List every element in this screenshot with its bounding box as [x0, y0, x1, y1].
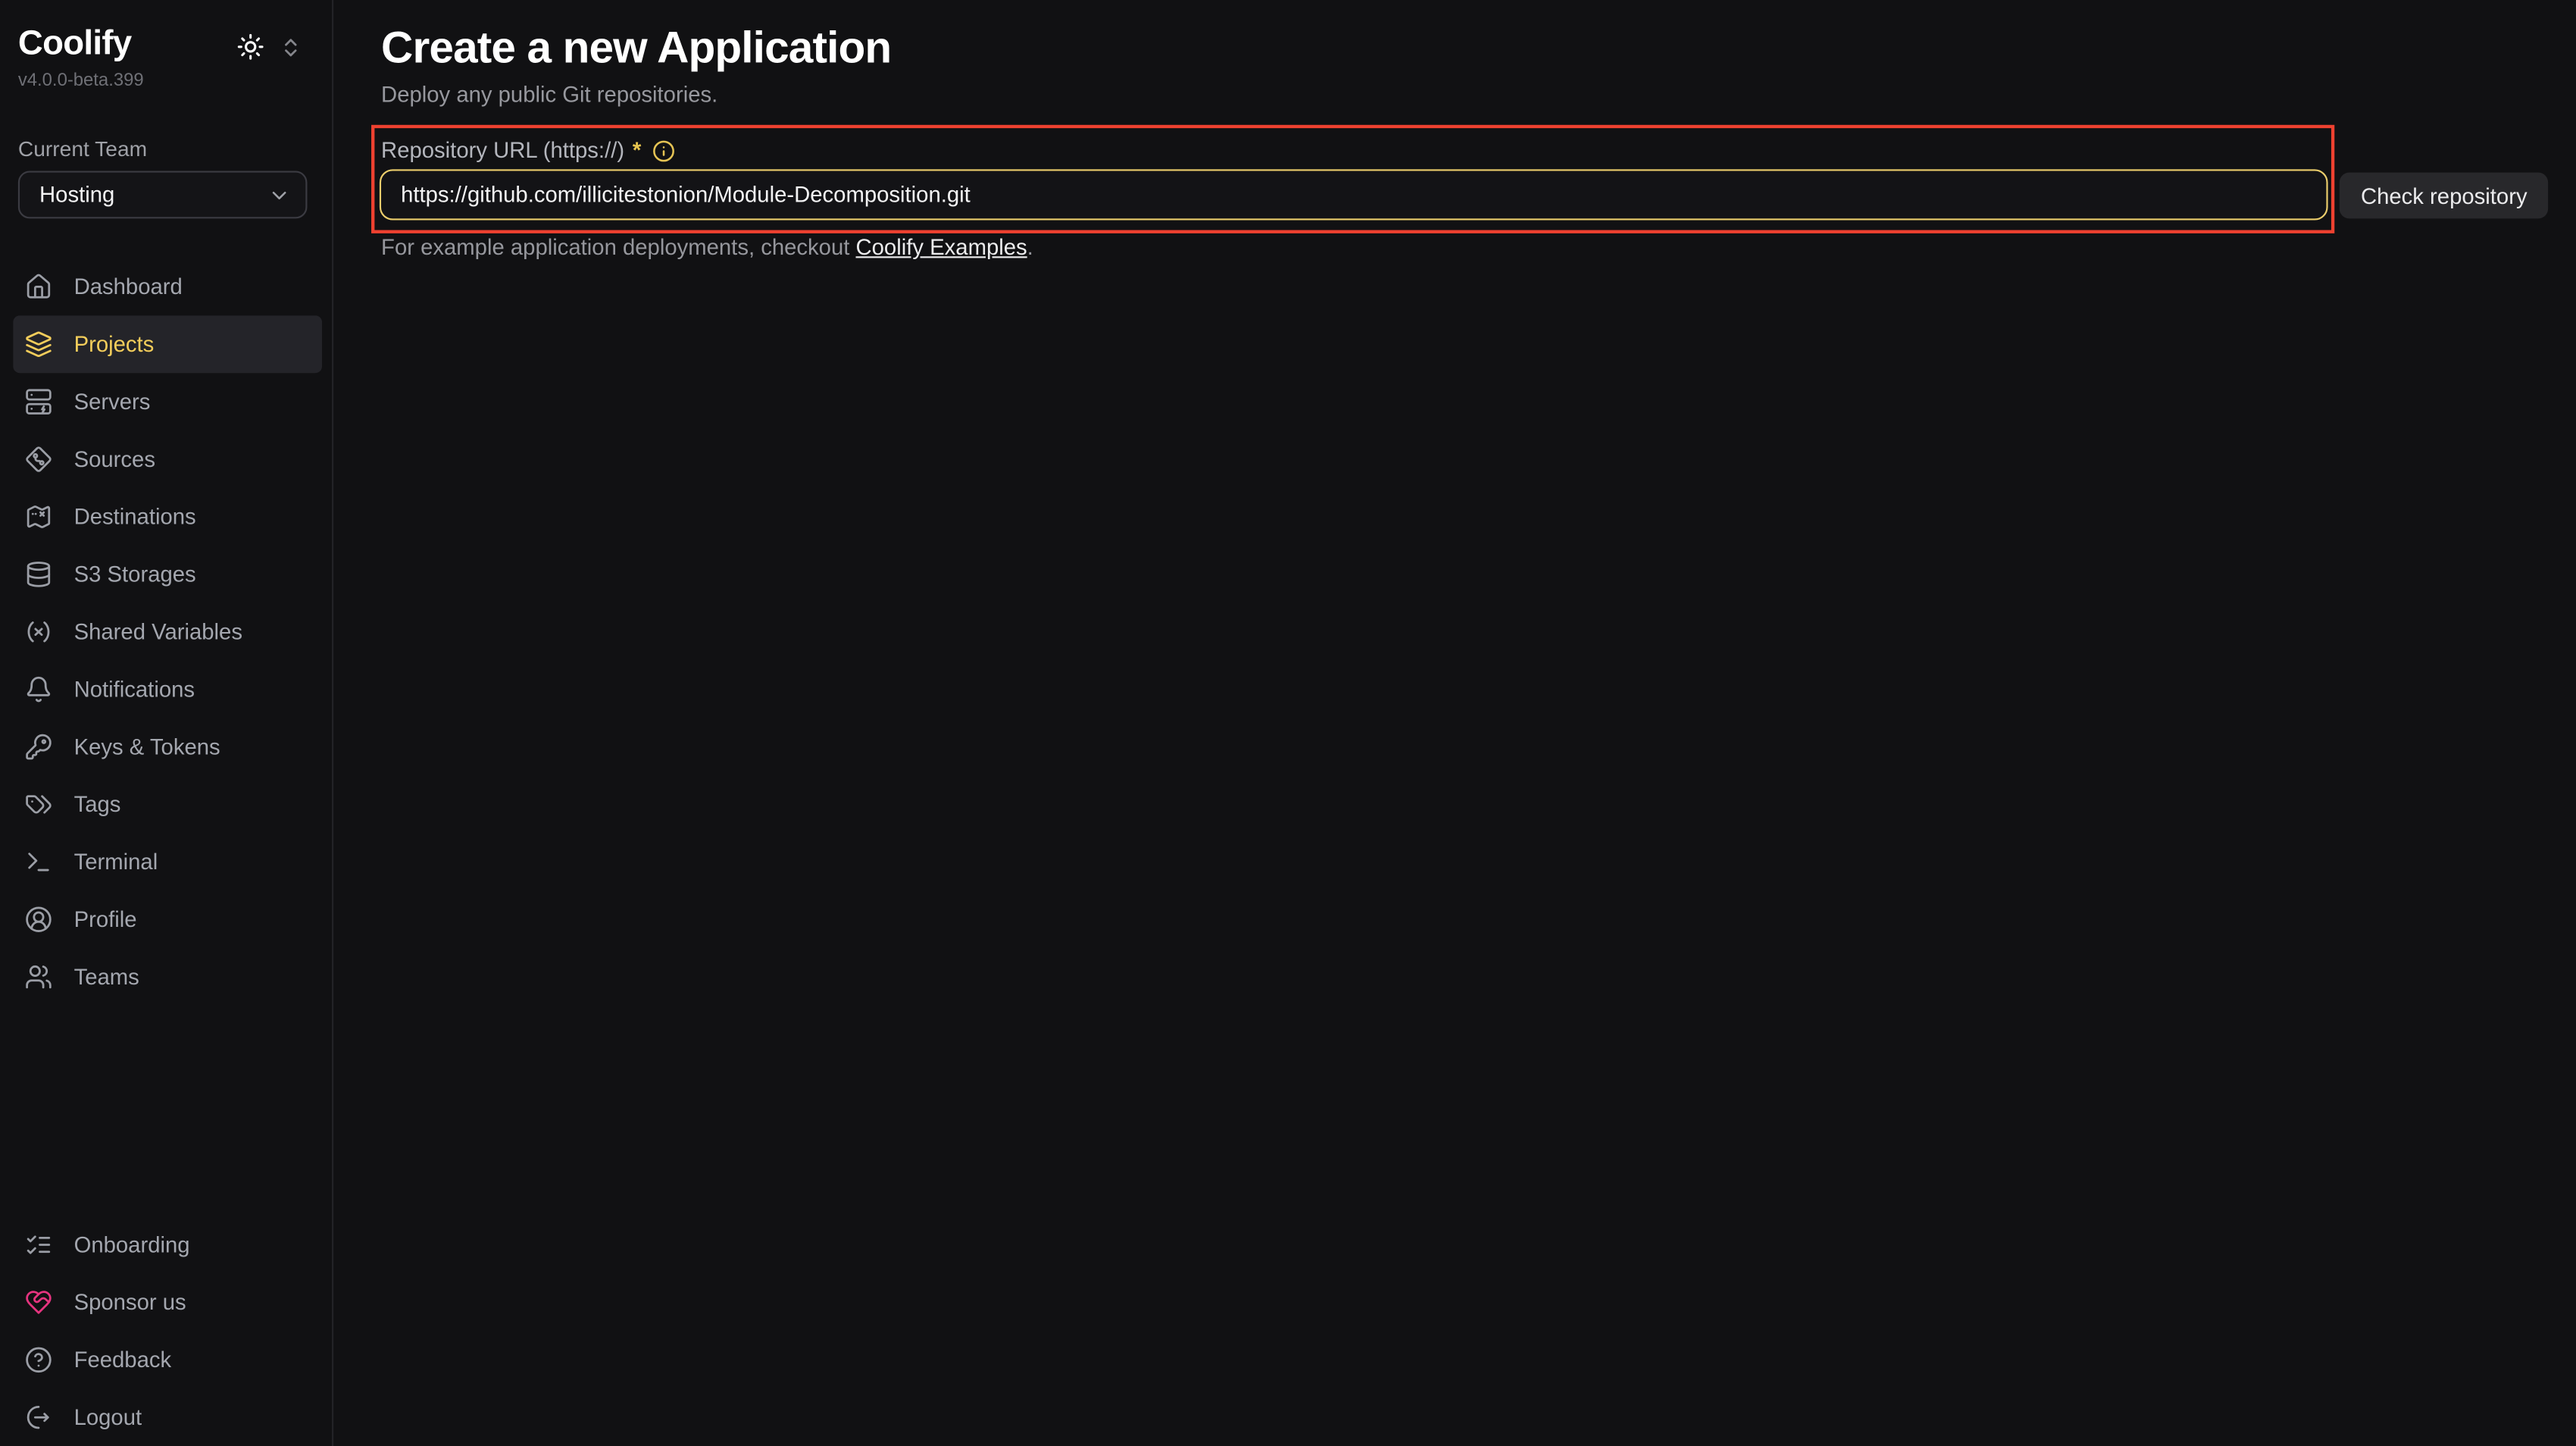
app-logo: Coolify [18, 25, 144, 64]
annotation-highlight-box: Repository URL (https://) * [371, 125, 2334, 233]
sidebar-item-onboarding[interactable]: Onboarding [13, 1216, 322, 1274]
page-title: Create a new Application [381, 23, 891, 74]
sidebar-nav: Dashboard Projects Servers Sources Desti… [13, 258, 322, 1006]
terminal-icon [25, 848, 53, 876]
team-select-value: Hosting [39, 183, 114, 208]
sidebar-item-label: Servers [74, 390, 151, 415]
git-branch-icon [25, 446, 53, 474]
sidebar-item-label: Dashboard [74, 274, 183, 299]
sidebar-item-profile[interactable]: Profile [13, 890, 322, 948]
sidebar-item-label: Teams [74, 965, 139, 990]
sidebar-item-label: Logout [74, 1405, 142, 1430]
main-content: Create a new Application Deploy any publ… [333, 0, 2576, 1446]
sidebar-item-label: S3 Storages [74, 562, 196, 587]
chevrons-up-down-icon[interactable] [280, 36, 302, 58]
sidebar-item-terminal[interactable]: Terminal [13, 833, 322, 890]
help-icon [25, 1346, 53, 1374]
app-version: v4.0.0-beta.399 [18, 70, 144, 90]
sidebar-item-label: Sponsor us [74, 1290, 186, 1315]
sidebar-item-label: Notifications [74, 677, 195, 702]
layers-icon [25, 330, 53, 358]
sidebar-item-destinations[interactable]: Destinations [13, 488, 322, 546]
helper-prefix: For example application deployments, che… [381, 235, 855, 260]
check-repository-button[interactable]: Check repository [2340, 173, 2549, 219]
chevron-down-icon [267, 183, 290, 206]
sidebar-item-label: Projects [74, 332, 155, 357]
sidebar-item-tags[interactable]: Tags [13, 775, 322, 833]
sidebar-item-sources[interactable]: Sources [13, 430, 322, 488]
page-subtitle: Deploy any public Git repositories. [381, 82, 717, 107]
sidebar-item-s3-storages[interactable]: S3 Storages [13, 546, 322, 603]
app-root: Coolify v4.0.0-beta.399 Current Team Hos… [0, 0, 2576, 1446]
sidebar: Coolify v4.0.0-beta.399 Current Team Hos… [0, 0, 333, 1446]
server-icon [25, 388, 53, 416]
user-icon [25, 906, 53, 934]
sidebar-item-label: Terminal [74, 850, 158, 875]
repo-url-field-label-row: Repository URL (https://) * [381, 138, 676, 163]
home-icon [25, 273, 53, 301]
sidebar-item-teams[interactable]: Teams [13, 948, 322, 1006]
helper-text: For example application deployments, che… [381, 235, 1033, 260]
theme-toggle-sun-icon[interactable] [236, 33, 264, 61]
bell-icon [25, 675, 53, 703]
coolify-examples-link[interactable]: Coolify Examples [856, 235, 1027, 260]
sidebar-item-label: Destinations [74, 505, 196, 530]
sidebar-item-label: Keys & Tokens [74, 734, 220, 759]
sidebar-item-label: Tags [74, 792, 121, 817]
sidebar-item-shared-variables[interactable]: Shared Variables [13, 603, 322, 661]
sidebar-item-label: Shared Variables [74, 619, 242, 644]
repo-url-label: Repository URL (https://) [381, 138, 624, 163]
sidebar-item-projects[interactable]: Projects [13, 315, 322, 373]
team-select[interactable]: Hosting [18, 171, 308, 219]
helper-suffix: . [1027, 235, 1033, 260]
sidebar-footer-nav: Onboarding Sponsor us Feedback Logout [13, 1216, 322, 1446]
info-icon[interactable] [653, 139, 676, 161]
current-team-label: Current Team [18, 136, 147, 161]
repository-url-input[interactable] [380, 169, 2328, 220]
map-icon [25, 503, 53, 531]
sidebar-item-servers[interactable]: Servers [13, 373, 322, 430]
key-icon [25, 733, 53, 761]
sidebar-item-dashboard[interactable]: Dashboard [13, 258, 322, 315]
sidebar-item-notifications[interactable]: Notifications [13, 661, 322, 718]
tags-icon [25, 790, 53, 818]
database-icon [25, 560, 53, 588]
sidebar-item-sponsor-us[interactable]: Sponsor us [13, 1273, 322, 1331]
heart-handshake-icon [25, 1288, 53, 1316]
required-asterisk: * [633, 138, 641, 163]
sidebar-item-label: Profile [74, 907, 137, 932]
sidebar-item-label: Sources [74, 447, 155, 472]
sidebar-item-keys-tokens[interactable]: Keys & Tokens [13, 718, 322, 776]
sidebar-item-label: Onboarding [74, 1232, 190, 1257]
variables-icon [25, 618, 53, 646]
logout-icon [25, 1404, 53, 1432]
sidebar-item-logout[interactable]: Logout [13, 1388, 322, 1446]
sidebar-header: Coolify v4.0.0-beta.399 [0, 0, 332, 90]
checklist-icon [25, 1231, 53, 1259]
users-icon [25, 963, 53, 991]
sidebar-item-label: Feedback [74, 1347, 172, 1372]
sidebar-item-feedback[interactable]: Feedback [13, 1331, 322, 1388]
